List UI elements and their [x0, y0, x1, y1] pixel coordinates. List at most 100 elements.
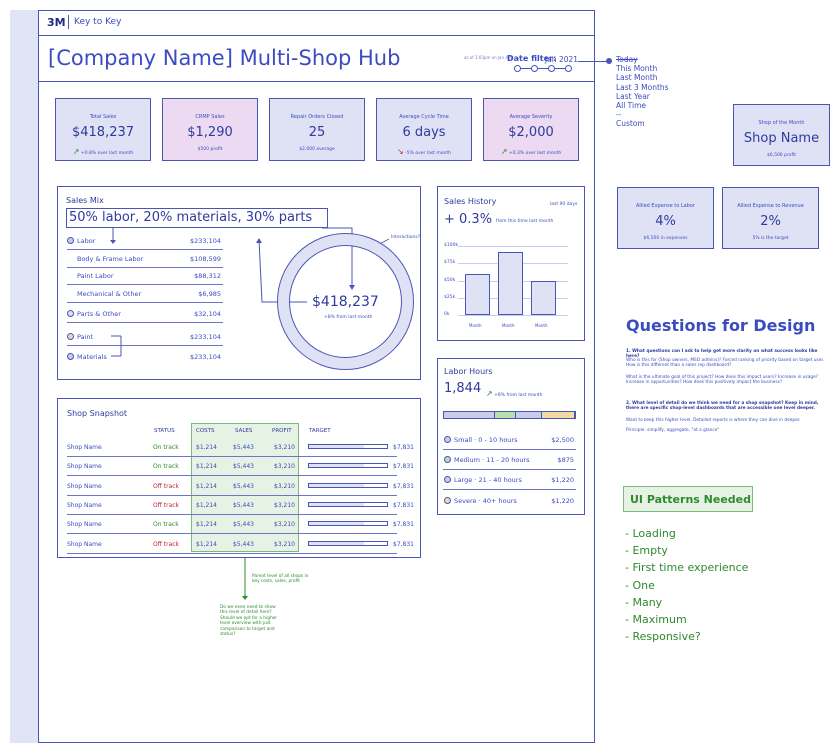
cell-target: $7,831 [393, 540, 414, 548]
cell-target: $7,831 [393, 463, 414, 471]
cell-costs: $1,214 [196, 444, 217, 451]
size-dot-icon [444, 476, 451, 483]
cell-status: On track [153, 463, 179, 471]
sales-history-range: last 90 days [550, 202, 578, 207]
ui-pattern-item: - Many [625, 595, 663, 609]
cell-sales: $5,443 [233, 463, 254, 471]
y-tick-label: $50k [444, 277, 456, 283]
cell-target: $7,831 [393, 501, 414, 509]
cell-target: $7,831 [393, 482, 414, 490]
cell-costs: $1,214 [196, 521, 217, 529]
target-progress-bar [308, 444, 388, 449]
labor-size-value: $1,220 [551, 497, 574, 505]
ui-patterns-title: UI Patterns Needed [623, 486, 753, 512]
question-2-detail: Want to keep this higher level. Detailed… [626, 418, 801, 423]
size-dot-icon [444, 456, 451, 463]
x-tick-label: Month [535, 323, 548, 328]
ui-pattern-item: - Empty [625, 544, 668, 558]
table-row[interactable]: Shop Name On track $1,214 $5,443 $3,210 $7,83… [67, 515, 414, 535]
trend-up-icon: ↗ [486, 389, 493, 398]
labor-hours-row[interactable]: Large · 21 - 40 hours $1,220 [443, 470, 576, 490]
target-progress-fill [309, 502, 364, 506]
cell-costs: $1,214 [196, 540, 217, 548]
labor-segment[interactable] [495, 412, 517, 418]
history-bar[interactable] [465, 273, 490, 315]
cell-profit: $3,210 [274, 501, 295, 509]
ui-pattern-item: - One [625, 578, 655, 592]
target-progress-bar [308, 482, 388, 488]
annotation-lines [110, 227, 390, 600]
cell-name: Shop Name [67, 540, 102, 548]
ui-pattern-item: - Loading [625, 527, 676, 540]
cell-profit: $3,210 [274, 444, 295, 451]
target-progress-bar [308, 501, 388, 507]
gridline [458, 246, 568, 247]
labor-hours-row[interactable]: Medium · 11 - 20 hours $875 [443, 450, 576, 470]
cell-target: $7,831 [393, 444, 414, 451]
sales-donut-sub: +8% from last month [324, 315, 373, 320]
labor-hours-stacked-bar[interactable] [443, 411, 576, 419]
labor-segment[interactable] [542, 412, 575, 418]
snapshot-note: Parent level of all shops in key costs, … [252, 574, 309, 585]
labor-size-label: Severe · 40+ hours [454, 497, 517, 505]
cell-costs: $1,214 [196, 482, 217, 490]
history-bar[interactable] [531, 280, 556, 315]
labor-segment[interactable] [444, 412, 496, 418]
table-row[interactable]: Shop Name On track $1,214 $5,443 $3,210 $7,83… [67, 457, 414, 477]
target-progress-bar [308, 540, 388, 546]
labor-size-label: Large · 21 - 40 hours [454, 476, 522, 484]
cell-costs: $1,214 [196, 463, 217, 471]
table-row[interactable]: Shop Name Off track $1,214 $5,443 $3,210 $7,8… [67, 477, 414, 496]
history-bar[interactable] [498, 251, 523, 315]
interactions-note: Interactions? [391, 235, 421, 240]
col-costs[interactable]: COSTS [196, 428, 215, 434]
ui-pattern-item: - First time experience [625, 561, 749, 575]
labor-size-label: Medium · 11 - 20 hours [454, 456, 530, 464]
cell-status: Off track [153, 501, 180, 509]
cell-sales: $5,443 [233, 501, 254, 509]
cell-name: Shop Name [67, 521, 102, 529]
table-row[interactable]: Shop Name Off track $1,214 $5,443 $3,210 $7,8… [67, 535, 414, 554]
labor-size-value: $875 [557, 456, 574, 464]
cell-target: $7,831 [393, 521, 414, 529]
cell-status: Off track [153, 482, 180, 490]
labor-segment[interactable] [516, 412, 543, 418]
question-2-principle: Principle: simplify, aggregate, "at a gl… [626, 428, 720, 433]
size-dot-icon [444, 497, 451, 504]
question-1-goal: What is the ultimate goal of this projec… [626, 375, 819, 386]
labor-size-value: $1,220 [551, 476, 574, 484]
labor-hours-title: Labor Hours [444, 367, 493, 376]
table-row[interactable]: Shop Name On track $1,214 $5,443 $3,210 $7,83… [67, 438, 414, 457]
col-target[interactable]: TARGET [309, 428, 331, 434]
sales-history-title: Sales History [444, 197, 497, 206]
x-tick-label: Month [469, 323, 482, 328]
col-profit[interactable]: PROFIT [272, 428, 292, 434]
questions-title: Questions for Design [626, 316, 816, 335]
target-progress-fill [309, 541, 364, 545]
col-sales[interactable]: SALES [235, 428, 252, 434]
cell-status: Off track [153, 540, 180, 548]
target-progress-bar [308, 521, 388, 527]
cell-sales: $5,443 [233, 444, 254, 451]
shop-snapshot-title: Shop Snapshot [67, 409, 128, 418]
cell-name: Shop Name [67, 482, 102, 490]
y-tick-label: $100k [444, 243, 459, 248]
labor-hours-row[interactable]: Severe · 40+ hours $1,220 [443, 491, 576, 511]
cell-sales: $5,443 [233, 482, 254, 490]
question-2: 2. What level of detail do we think we n… [626, 401, 819, 412]
labor-size-value: $2,500 [551, 436, 574, 444]
labor-hours-row[interactable]: Small · 0 - 10 hours $2,500 [443, 430, 576, 450]
cell-costs: $1,214 [196, 501, 217, 509]
target-progress-fill [309, 483, 364, 487]
labor-hours-sub: ↗ +8% from last month [486, 389, 543, 398]
cell-name: Shop Name [67, 444, 102, 451]
labor-hours-sub-text: +8% from last month [494, 393, 543, 398]
table-row[interactable]: Shop Name Off track $1,214 $5,443 $3,210 $7,8… [67, 496, 414, 515]
cell-status: On track [153, 521, 179, 529]
cell-profit: $3,210 [274, 463, 295, 471]
cell-profit: $3,210 [274, 482, 295, 490]
cell-sales: $5,443 [233, 540, 254, 548]
x-tick-label: Month [502, 323, 515, 328]
labor-size-label: Small · 0 - 10 hours [454, 436, 518, 444]
col-status[interactable]: STATUS [154, 428, 175, 434]
